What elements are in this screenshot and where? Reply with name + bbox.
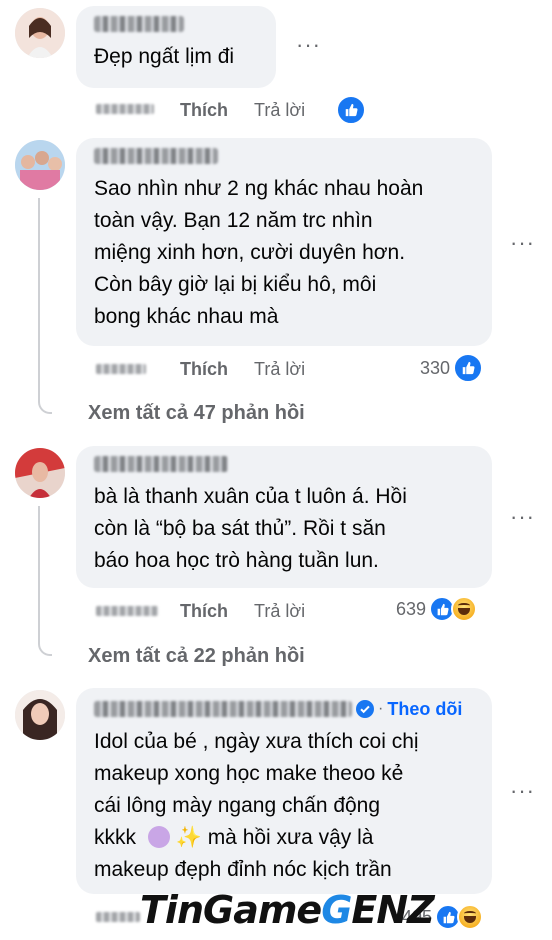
thread-connector bbox=[38, 506, 52, 656]
like-button[interactable]: Thích bbox=[180, 358, 228, 380]
timestamp[interactable] bbox=[96, 364, 146, 374]
avatar-photo bbox=[15, 448, 65, 498]
comment-bubble: bà là thanh xuân của t luôn á. Hồi còn l… bbox=[76, 446, 492, 588]
reaction-count: 639 bbox=[396, 598, 427, 619]
thread-connector bbox=[38, 198, 52, 414]
comment-text: Sao nhìn như 2 ng khác nhau hoàn toàn vậ… bbox=[94, 177, 424, 328]
reactions[interactable]: 639 bbox=[396, 596, 478, 622]
author-name[interactable] bbox=[94, 16, 184, 32]
separator-dot: · bbox=[378, 700, 384, 717]
comment-text: Đẹp ngất lịm đi bbox=[94, 45, 235, 68]
reply-button[interactable]: Trả lời bbox=[254, 99, 305, 121]
reactions[interactable]: 330 bbox=[420, 353, 484, 383]
avatar[interactable] bbox=[15, 690, 65, 740]
reply-button[interactable]: Trả lời bbox=[254, 358, 305, 380]
follow-button[interactable]: Theo dõi bbox=[387, 699, 462, 720]
like-button[interactable]: Thích bbox=[180, 99, 228, 121]
like-icon bbox=[453, 353, 484, 383]
author-name[interactable] bbox=[94, 701, 352, 717]
haha-icon bbox=[451, 596, 478, 622]
view-replies-link[interactable]: Xem tất cả 22 phản hồi bbox=[88, 645, 305, 668]
avatar[interactable] bbox=[15, 8, 65, 58]
view-replies-link[interactable]: Xem tất cả 47 phản hồi bbox=[88, 402, 305, 425]
avatar-photo bbox=[15, 140, 65, 190]
sparkles-icon: ✨ bbox=[175, 826, 202, 849]
haha-icon bbox=[457, 904, 484, 930]
more-options-icon[interactable]: ··· bbox=[510, 232, 534, 262]
avatar[interactable] bbox=[15, 140, 65, 190]
comment-text: bà là thanh xuân của t luôn á. Hồi còn l… bbox=[94, 485, 407, 572]
author-name[interactable] bbox=[94, 456, 228, 472]
avatar-photo bbox=[15, 690, 65, 740]
comment-bubble: · Theo dõi Idol của bé , ngày xưa thích … bbox=[76, 688, 492, 894]
timestamp[interactable] bbox=[96, 104, 154, 114]
watermark-logo: TinGameGENZ bbox=[140, 888, 435, 932]
woman-emoji-icon bbox=[147, 826, 170, 848]
comment-bubble: Sao nhìn như 2 ng khác nhau hoàn toàn vậ… bbox=[76, 138, 492, 346]
verified-badge-icon bbox=[356, 700, 374, 718]
like-icon bbox=[336, 95, 366, 125]
more-options-icon[interactable]: ··· bbox=[510, 780, 534, 810]
timestamp[interactable] bbox=[96, 912, 140, 922]
timestamp[interactable] bbox=[96, 606, 158, 616]
reaction-count: 330 bbox=[420, 357, 451, 378]
more-options-icon[interactable]: ··· bbox=[296, 34, 320, 64]
author-name[interactable] bbox=[94, 148, 218, 164]
comment-bubble: Đẹp ngất lịm đi bbox=[76, 6, 276, 88]
more-options-icon[interactable]: ··· bbox=[510, 506, 534, 536]
comment-text: Idol của bé , ngày xưa thích coi chị mak… bbox=[94, 730, 419, 881]
reply-button[interactable]: Trả lời bbox=[254, 600, 305, 622]
avatar-photo bbox=[15, 8, 65, 58]
reactions[interactable] bbox=[336, 95, 366, 125]
like-button[interactable]: Thích bbox=[180, 600, 228, 622]
avatar[interactable] bbox=[15, 448, 65, 498]
